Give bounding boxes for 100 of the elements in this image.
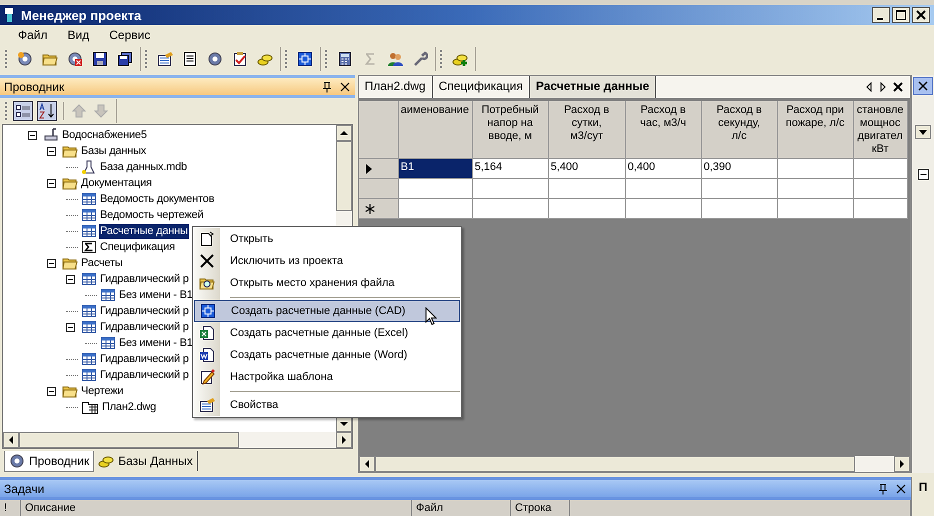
horizontal-scrollbar[interactable] [3,432,352,448]
table-cell[interactable]: 5,400 [548,159,626,179]
table-cell[interactable] [778,199,854,219]
tree-item[interactable]: Ведомость документов [99,192,216,206]
tree-item[interactable]: Гидравлический р [99,272,190,286]
row-header[interactable] [358,199,399,219]
column-header[interactable]: становле мощнос двигател кВт [854,101,908,159]
column-header[interactable]: Строка [511,500,570,516]
scroll-up-button[interactable] [336,125,352,141]
column-header[interactable]: Потребный напор на вводе, м [472,101,549,159]
close-button[interactable] [912,7,930,23]
collapse-toggle[interactable] [47,178,56,188]
menu-item[interactable]: Исключить из проекта [194,250,460,272]
collapse-toggle[interactable] [28,130,37,140]
column-header[interactable]: Файл [412,500,511,516]
tree-item[interactable]: Водоснабжение5 [61,128,148,142]
calculator-icon[interactable] [337,51,353,67]
scroll-thumb[interactable] [19,432,239,448]
tree-item[interactable]: База данных.mdb [99,160,188,174]
tree-item[interactable]: Документация [80,176,153,190]
scroll-right-button[interactable] [336,432,352,448]
table-cell[interactable] [398,199,473,219]
tree-item[interactable]: Чертежи [80,384,124,398]
save-icon[interactable] [92,51,108,67]
collapse-toggle[interactable] [66,322,75,332]
tree-item[interactable]: Расчеты [80,256,124,270]
document-tab[interactable]: Расчетные данные [530,76,656,98]
table-cell[interactable] [626,179,702,199]
table-cell[interactable] [854,199,908,219]
table-cell[interactable] [702,179,778,199]
tree-item[interactable]: Без имени - В1 [118,288,194,302]
tree-item[interactable]: Спецификация [99,240,176,254]
collapse-toggle[interactable] [47,258,56,268]
collapse-toggle[interactable] [918,169,929,180]
table-cell[interactable] [548,199,626,219]
tree-item[interactable]: План2.dwg [101,400,158,414]
dropdown-button[interactable] [915,125,932,139]
document-icon[interactable] [182,51,198,67]
panel-tab[interactable]: Базы Данных [94,451,198,471]
scroll-left-button[interactable] [358,456,375,472]
table-cell[interactable] [548,179,626,199]
tree-item[interactable]: Гидравлический р [99,368,190,382]
collapse-toggle[interactable] [66,274,75,284]
menu-item[interactable]: Сервис [99,28,160,42]
table-cell[interactable] [626,199,702,219]
table-cell[interactable] [472,179,549,199]
collapse-toggle[interactable] [47,146,56,156]
save-all-icon[interactable] [117,51,133,67]
column-header[interactable]: Расход в секунду, л/с [702,101,778,159]
close-button[interactable] [913,77,934,95]
minimize-button[interactable] [872,7,890,23]
table-cell[interactable] [778,179,854,199]
tree-item[interactable]: Расчетные данны [99,224,189,238]
column-header[interactable]: ! [0,500,21,516]
table-cell[interactable] [702,199,778,219]
table-cell[interactable] [472,199,549,219]
menu-item[interactable]: Создать расчетные данные (Excel) [194,322,460,344]
new-project-icon[interactable] [17,51,33,67]
column-header[interactable]: Расход в сутки, м3/сут [548,101,626,159]
tree-item[interactable]: Гидравлический р [99,352,190,366]
categorized-view-button[interactable] [13,101,33,121]
side-panel-tab[interactable]: П [918,480,928,516]
blueprint-icon[interactable] [297,51,313,67]
scroll-right-button[interactable] [894,456,910,472]
row-header[interactable] [358,159,399,179]
column-header[interactable]: Расход при пожаре, л/с [778,101,854,159]
panel-tab[interactable]: Проводник [4,451,94,472]
menu-item[interactable]: Создать расчетные данные (CAD) [194,300,460,322]
scroll-thumb[interactable] [336,141,352,211]
table-cell[interactable] [854,179,908,199]
table-cell[interactable]: 0,390 [702,159,778,179]
users-icon[interactable] [387,51,403,67]
sort-button[interactable] [37,101,57,121]
scroll-tabs-left-icon[interactable] [864,81,874,93]
menu-item[interactable]: Свойства [194,394,460,416]
close-icon[interactable] [895,482,907,494]
tree-item[interactable]: Без имени - В1 [118,336,194,350]
pin-icon[interactable] [320,80,333,92]
menu-item[interactable]: Создать расчетные данные (Word) [194,344,460,366]
table-cell[interactable]: В1 [398,159,473,179]
checklist-icon[interactable] [232,51,248,67]
properties-icon[interactable] [157,51,173,67]
menu-item[interactable]: Открыть место хранения файла [194,272,460,294]
table-cell[interactable]: 5,164 [472,159,549,179]
scroll-left-button[interactable] [3,432,19,448]
collapse-toggle[interactable] [47,386,56,396]
table-cell[interactable] [854,159,908,179]
close-project-icon[interactable] [67,51,83,67]
column-header[interactable]: Описание [21,500,412,516]
column-header[interactable]: Расход в час, м3/ч [626,101,702,159]
menu-item[interactable]: Вид [58,28,100,42]
pin-icon[interactable] [877,482,889,494]
table-cell[interactable]: 0,400 [626,159,702,179]
tree-item[interactable]: Гидравлический р [99,320,190,334]
menu-item[interactable]: Файл [8,28,58,42]
tree-item[interactable]: Ведомость чертежей [99,208,204,222]
tree-item[interactable]: Гидравлический р [99,304,190,318]
column-header[interactable]: аименование [398,101,473,159]
wrench-icon[interactable] [412,51,428,67]
table-cell[interactable] [778,159,854,179]
